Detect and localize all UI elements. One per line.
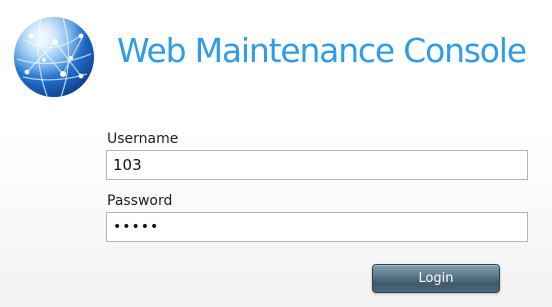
password-input[interactable] (106, 212, 528, 242)
globe-network-icon (14, 17, 94, 98)
login-page: Web Maintenance Console Username Passwor… (0, 0, 552, 307)
page-title: Web Maintenance Console (117, 31, 527, 70)
username-label: Username (107, 131, 179, 147)
password-label: Password (107, 193, 173, 209)
login-button[interactable]: Login (372, 264, 500, 293)
username-input[interactable] (106, 150, 528, 180)
